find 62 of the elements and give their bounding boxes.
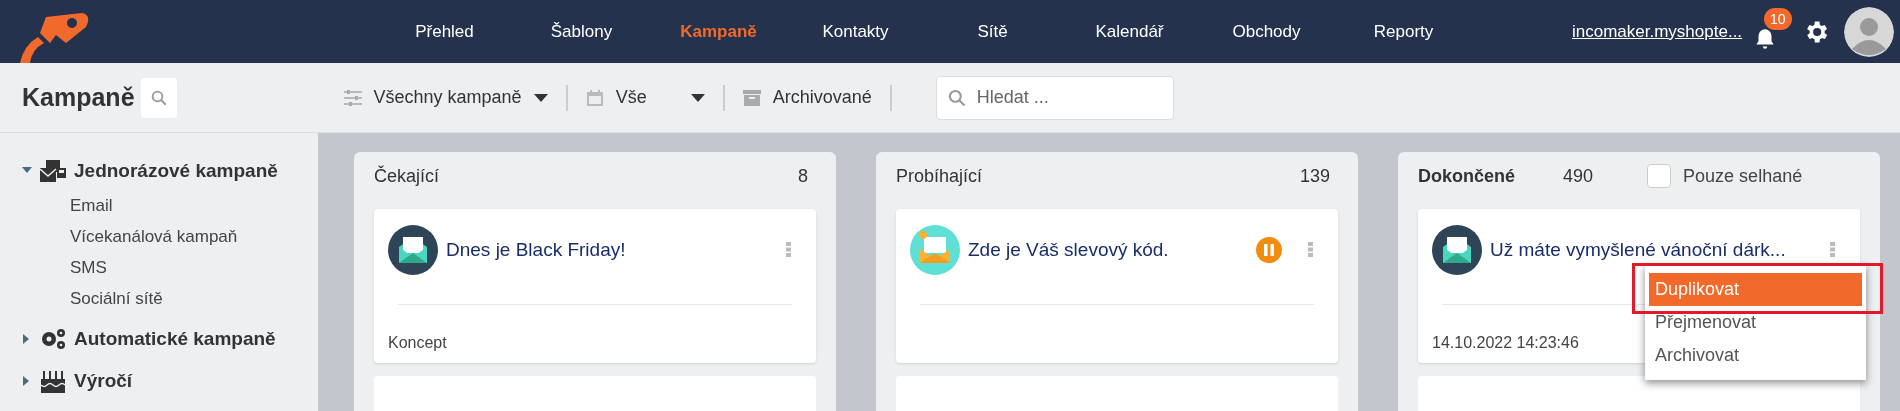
campaign-status: 14.10.2022 14:23:46 — [1432, 332, 1579, 353]
gears-icon — [40, 326, 66, 351]
account-link[interactable]: incomaker.myshopte... — [1572, 18, 1743, 45]
sliders-icon — [343, 89, 362, 106]
column-count: 8 — [798, 164, 808, 188]
column-title: Probíhající — [896, 164, 983, 188]
campaign-card[interactable] — [1418, 376, 1860, 411]
sidebar-group[interactable]: Automatické kampaně — [74, 324, 276, 353]
nav-tab[interactable]: Kalendář — [1061, 18, 1198, 45]
campaign-title[interactable]: Už máte vymyšlené vánoční dárk... — [1490, 235, 1786, 265]
campaign-card[interactable]: Dnes je Black Friday! Koncept — [374, 208, 816, 364]
caret-icon — [690, 93, 705, 102]
campaign-card[interactable]: Zde je Váš slevový kód. — [896, 208, 1338, 364]
more-options-button[interactable] — [1828, 241, 1836, 258]
kebab-icon — [1307, 242, 1313, 258]
checkbox[interactable] — [1647, 164, 1672, 189]
sidebar-item[interactable]: SMS — [70, 255, 318, 280]
checkbox-label: Pouze selhané — [1683, 164, 1803, 188]
campaign-title[interactable]: Dnes je Black Friday! — [446, 235, 626, 265]
sidebar-group[interactable]: Jednorázové kampaně — [74, 157, 278, 186]
cake-icon — [40, 369, 66, 394]
column-count: 490 — [1563, 164, 1594, 188]
nav-tab[interactable]: Obchody — [1198, 18, 1335, 45]
filter-dropdown[interactable]: Vše — [585, 77, 705, 118]
nav-tab[interactable]: Sítě — [924, 18, 1061, 45]
envelope-icon — [388, 224, 438, 275]
column-title: Čekající — [374, 164, 440, 188]
more-options-button[interactable] — [784, 241, 792, 258]
notification-badge: 10 — [1764, 7, 1792, 30]
envelopes-icon — [40, 159, 66, 184]
sidebar-item[interactable]: Email — [70, 193, 318, 218]
nav-tab[interactable]: Šablony — [513, 18, 650, 45]
pause-button[interactable] — [1256, 236, 1282, 263]
archive-toggle[interactable]: Archivované — [742, 77, 872, 118]
archive-icon — [742, 89, 761, 106]
envelope-icon — [1432, 224, 1482, 275]
more-options-button[interactable] — [1306, 241, 1314, 258]
search-icon — [946, 87, 967, 108]
calendar-icon — [585, 88, 604, 107]
sidebar-item[interactable]: Vícekanálová kampaň — [70, 224, 318, 249]
nav-tab[interactable]: Kontakty — [787, 18, 924, 45]
column-count: 139 — [1299, 164, 1330, 188]
pause-icon — [1264, 243, 1274, 256]
search-icon — [149, 88, 168, 107]
campaign-title[interactable]: Zde je Váš slevový kód. — [968, 235, 1169, 265]
filter-dropdown[interactable]: Všechny kampaně — [343, 77, 548, 118]
envelope-icon — [910, 224, 960, 275]
menu-item[interactable]: Přejmenovat — [1649, 305, 1862, 339]
nav-tab[interactable]: Kampaně — [650, 18, 787, 45]
kebab-icon — [1829, 242, 1835, 258]
sidebar-group[interactable]: Výročí — [74, 367, 133, 396]
kebab-icon — [785, 242, 791, 258]
caret-icon — [533, 93, 548, 102]
nav-tab[interactable]: Reporty — [1335, 18, 1472, 45]
column-title: Dokončené — [1418, 164, 1516, 188]
search-button[interactable] — [140, 77, 177, 118]
sidebar-item[interactable]: Sociální sítě — [70, 286, 318, 311]
nav-tab[interactable]: Přehled — [376, 18, 513, 45]
search-field[interactable]: Hledat ... — [935, 75, 1174, 120]
campaign-status: Koncept — [388, 332, 447, 353]
page-title: Kampaně — [22, 81, 135, 113]
avatar-icon — [1844, 6, 1895, 57]
